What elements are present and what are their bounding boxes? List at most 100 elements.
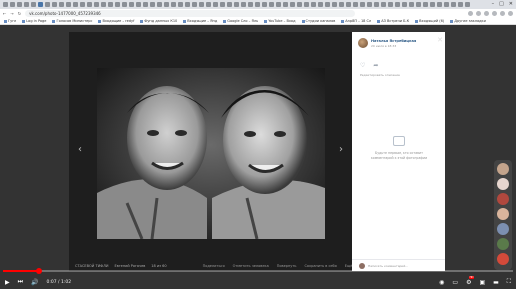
video-frame[interactable]: ‹ › СТАСЕВОЙ ТИФЛИ Евгений Рогачев 18 из… (0, 25, 516, 289)
share-link[interactable]: Поделиться (203, 264, 225, 268)
url-input[interactable]: vk.com/photo-1477000_457239346 (25, 10, 356, 17)
tab-icon[interactable] (430, 2, 435, 7)
bookmark[interactable]: Другие закладки (450, 19, 486, 23)
tab-icon[interactable] (241, 2, 246, 7)
bookmark[interactable]: Студии каналов (302, 19, 336, 23)
miniplayer-icon[interactable]: ▣ (479, 279, 485, 286)
tab-icon[interactable] (3, 2, 8, 7)
tab-icon[interactable] (374, 2, 379, 7)
tab-icon[interactable] (115, 2, 120, 7)
prev-photo-icon[interactable]: ‹ (78, 144, 82, 155)
tab-icon[interactable] (45, 2, 50, 7)
reload-icon[interactable]: ↻ (18, 11, 21, 16)
next-photo-icon[interactable]: › (339, 144, 343, 155)
extension-icon[interactable] (484, 11, 489, 16)
avatar[interactable] (497, 223, 509, 235)
bookmark[interactable]: Голосов Министерс (52, 19, 92, 23)
tab-icon[interactable] (416, 2, 421, 7)
extension-icon[interactable] (468, 11, 473, 16)
bookmark[interactable]: АЗ Встречи Б.К (377, 19, 409, 23)
tab-icon[interactable] (10, 2, 15, 7)
tab-icon[interactable] (87, 2, 92, 7)
tab-icon[interactable] (262, 2, 267, 7)
bookmark[interactable]: Гугл (4, 19, 16, 23)
tab-icon[interactable] (206, 2, 211, 7)
close-window-icon[interactable]: ✕ (509, 0, 513, 9)
tab-icon[interactable] (80, 2, 85, 7)
tab-icon[interactable] (304, 2, 309, 7)
avatar[interactable] (497, 238, 509, 250)
tab-icon[interactable] (192, 2, 197, 7)
play-icon[interactable]: ▶ (5, 279, 10, 286)
tab-icon[interactable] (465, 2, 470, 7)
tab-icon[interactable] (423, 2, 428, 7)
tab-icon[interactable] (444, 2, 449, 7)
bookmark[interactable]: YouTube – Вход (264, 19, 295, 23)
tag-person-link[interactable]: Отметить человека (233, 264, 269, 268)
tab-icon[interactable] (360, 2, 365, 7)
tab-icon[interactable] (150, 2, 155, 7)
author-name[interactable]: Наталья Ястребицкая (371, 39, 416, 43)
bookmark[interactable]: Входящие – redyf (98, 19, 134, 23)
bookmark[interactable]: Google Сло – Яль (223, 19, 258, 23)
tab-icon[interactable] (402, 2, 407, 7)
tab-icon[interactable] (213, 2, 218, 7)
tab-icon[interactable] (311, 2, 316, 7)
tab-icon[interactable] (318, 2, 323, 7)
tab-icon[interactable] (339, 2, 344, 7)
save-link[interactable]: Сохранить в себя (304, 264, 336, 268)
tab-icon[interactable] (101, 2, 106, 7)
tab-icon[interactable] (129, 2, 134, 7)
bookmark[interactable]: Входящие – Янд (183, 19, 217, 23)
tab-icon[interactable] (381, 2, 386, 7)
extension-icon[interactable] (476, 11, 481, 16)
volume-icon[interactable]: 🔊 (31, 279, 38, 286)
tab-icon[interactable] (367, 2, 372, 7)
bookmark[interactable]: Фунд данных К10 (140, 19, 177, 23)
tab-icon[interactable] (283, 2, 288, 7)
tab-icon[interactable] (325, 2, 330, 7)
tab-icon[interactable] (451, 2, 456, 7)
post-date[interactable]: 20 июля в 18:33 (371, 44, 416, 48)
tab-icon[interactable] (255, 2, 260, 7)
tab-icon[interactable] (437, 2, 442, 7)
tab-icon[interactable] (122, 2, 127, 7)
tab-icon[interactable] (52, 2, 57, 7)
bookmark[interactable]: Входящий (6) (415, 19, 444, 23)
theater-mode-icon[interactable]: ▬ (493, 279, 499, 286)
bookmark[interactable]: Anp8П – 18 Сл (341, 19, 371, 23)
avatar[interactable] (497, 163, 509, 175)
tab-icon[interactable] (24, 2, 29, 7)
tab-icon[interactable] (17, 2, 22, 7)
tab-icon[interactable] (143, 2, 148, 7)
autoplay-toggle-icon[interactable]: ◉ (439, 279, 444, 286)
forward-icon[interactable]: → (10, 11, 13, 16)
tab-icon[interactable] (199, 2, 204, 7)
tab-icon[interactable] (458, 2, 463, 7)
minimize-icon[interactable]: – (492, 0, 495, 9)
tab-icon[interactable] (227, 2, 232, 7)
tab-icon[interactable] (269, 2, 274, 7)
next-icon[interactable]: ⏭ (18, 278, 23, 286)
avatar[interactable] (497, 193, 509, 205)
avatar[interactable] (497, 253, 509, 265)
tab-icon[interactable] (59, 2, 64, 7)
edit-description-link[interactable]: Редактировать описание (360, 73, 400, 77)
avatar[interactable] (497, 178, 509, 190)
settings-icon[interactable]: ⚙ (466, 275, 476, 286)
profile-icon[interactable] (508, 11, 513, 16)
tab-icon[interactable] (353, 2, 358, 7)
video-progress-bar[interactable] (3, 268, 513, 274)
tab-icon[interactable] (136, 2, 141, 7)
tab-icon[interactable] (185, 2, 190, 7)
tab-icon[interactable] (220, 2, 225, 7)
tab-icon[interactable] (73, 2, 78, 7)
old-photograph[interactable] (97, 68, 325, 239)
tab-icon[interactable] (108, 2, 113, 7)
rotate-link[interactable]: Повернуть (277, 264, 297, 268)
like-icon[interactable]: ♡ (360, 62, 365, 69)
tab-icon[interactable] (388, 2, 393, 7)
maximize-icon[interactable]: □ (499, 0, 504, 9)
tab-icon[interactable] (332, 2, 337, 7)
tab-icon[interactable] (171, 2, 176, 7)
